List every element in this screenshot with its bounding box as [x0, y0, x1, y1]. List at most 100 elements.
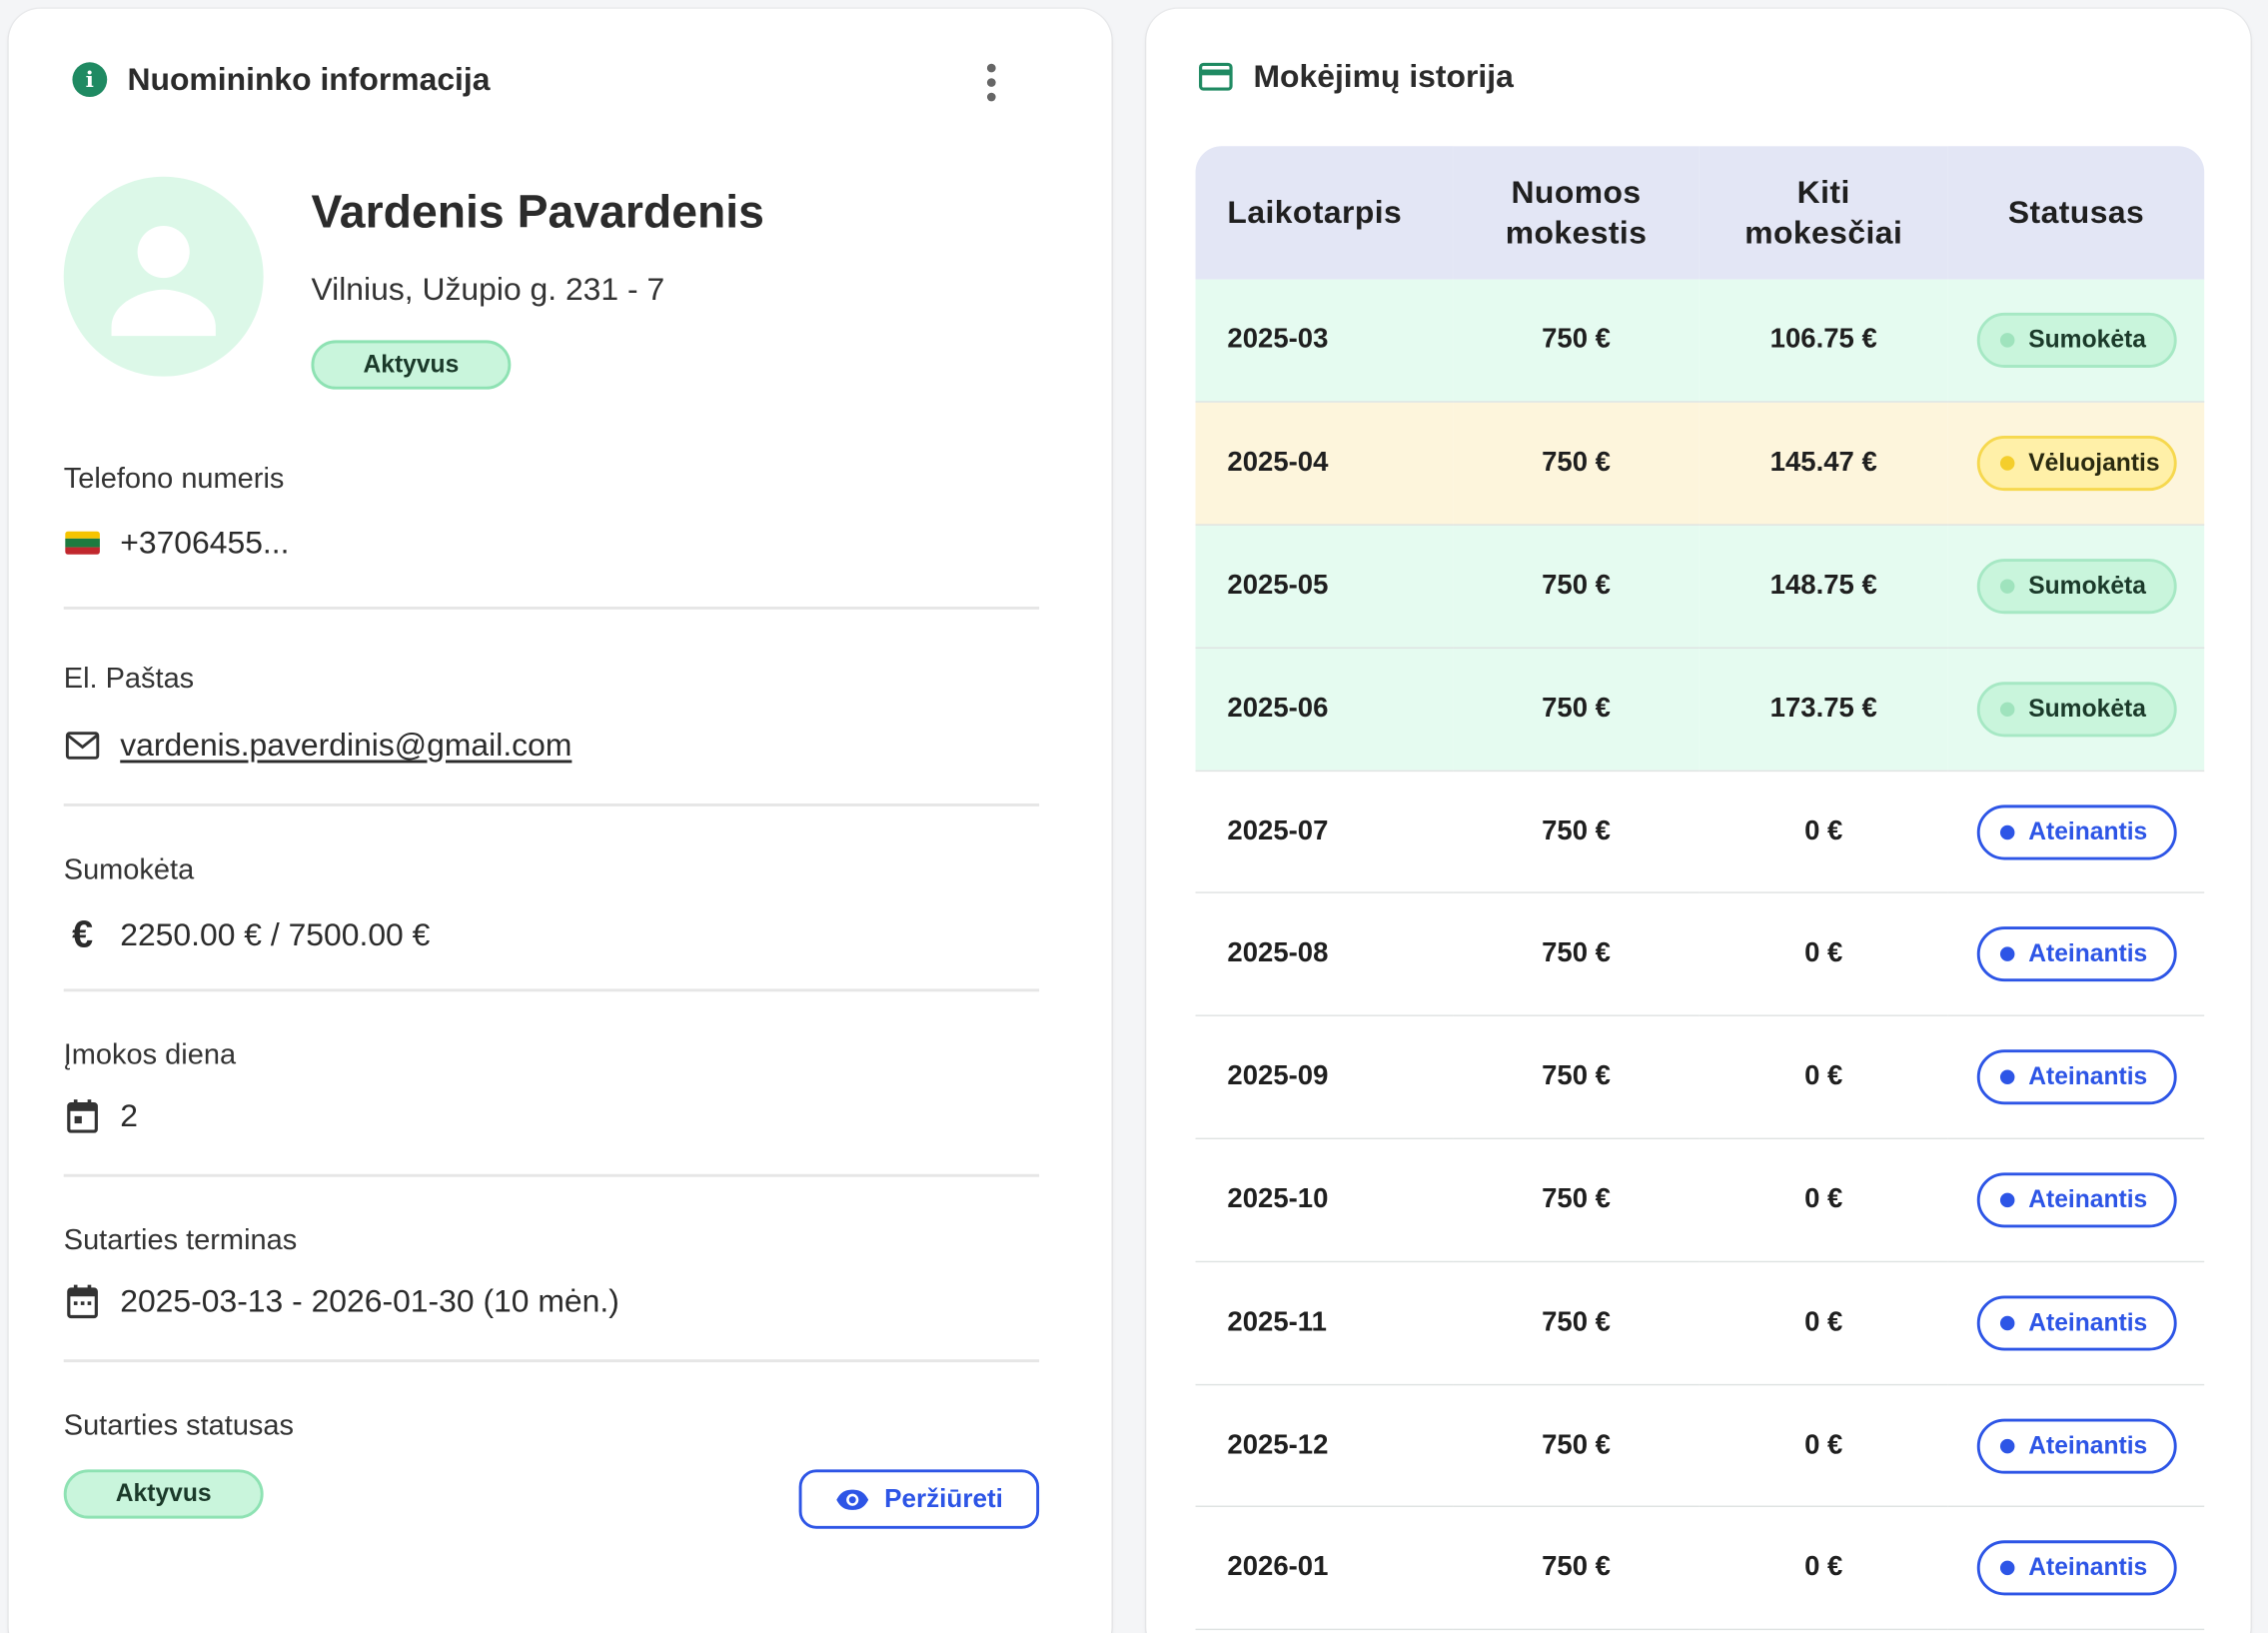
status-badge-label: Sumokėta — [2028, 695, 2146, 723]
cell-period: 2025-10 — [1195, 1138, 1454, 1262]
email-link[interactable]: vardenis.paverdinis@gmail.com — [120, 727, 571, 765]
contract-status-label: Sutarties statusas — [63, 1409, 295, 1442]
divider — [63, 1173, 1040, 1177]
cell-status: Sumokėta — [1947, 525, 2205, 649]
status-badge: Sumokėta — [1976, 313, 2176, 369]
status-dot-icon — [1999, 579, 2014, 594]
cell-rent: 750 € — [1453, 1261, 1700, 1385]
email-row: vardenis.paverdinis@gmail.com — [64, 727, 571, 765]
cell-other-fees: 0 € — [1699, 1015, 1948, 1140]
status-badge-label: Ateinantis — [2028, 816, 2148, 845]
status-dot-icon — [1999, 1192, 2014, 1208]
person-icon — [111, 225, 216, 337]
column-header-other-text: Kiti mokesčiai — [1744, 173, 1903, 251]
cell-rent: 750 € — [1453, 1506, 1700, 1631]
tenant-address: Vilnius, Užupio g. 231 - 7 — [311, 270, 665, 308]
table-row: 2025-05 750 €148.75 € Sumokėta — [1195, 525, 2205, 649]
table-header-row: Laikotarpis Nuomos mokestis Kiti mokesči… — [1195, 146, 2205, 280]
cell-rent: 750 € — [1453, 402, 1700, 526]
payments-table-body: 2025-03 750 €106.75 € Sumokėta 2025-04 750 €… — [1195, 279, 2205, 1631]
view-contract-button[interactable]: Peržiūreti — [798, 1469, 1040, 1529]
cell-other-fees: 148.75 € — [1699, 525, 1948, 649]
divider — [63, 803, 1040, 807]
status-badge-label: Ateinantis — [2028, 1185, 2148, 1213]
status-dot-icon — [1999, 824, 2014, 839]
page: i Nuomininko informacija Vardenis Pavard… — [0, 0, 2268, 1633]
cell-rent: 750 € — [1453, 525, 1700, 649]
status-badge-label: Vėluojantis — [2028, 449, 2160, 477]
status-badge-label: Sumokėta — [2028, 326, 2146, 354]
cell-status: Ateinantis — [1947, 892, 2205, 1017]
cell-other-fees: 0 € — [1699, 1384, 1948, 1508]
cell-rent: 750 € — [1453, 279, 1700, 404]
payday-row: 2 — [64, 1097, 138, 1135]
column-header-period: Laikotarpis — [1195, 146, 1454, 280]
table-row: 2025-08 750 €0 € Ateinantis — [1195, 892, 2205, 1017]
payments-table: Laikotarpis Nuomos mokestis Kiti mokesči… — [1195, 146, 2205, 1631]
table-row: 2026-01 750 €0 € Ateinantis — [1195, 1506, 2205, 1631]
status-badge: Ateinantis — [1976, 1540, 2176, 1596]
cell-period: 2025-08 — [1195, 892, 1454, 1017]
cell-period: 2025-11 — [1195, 1261, 1454, 1385]
cell-other-fees: 0 € — [1699, 1138, 1948, 1262]
tenant-name: Vardenis Pavardenis — [311, 185, 764, 238]
status-badge: Ateinantis — [1976, 1172, 2176, 1228]
cell-status: Ateinantis — [1947, 1261, 2205, 1385]
status-dot-icon — [1999, 946, 2014, 962]
flag-stripe-yellow — [65, 531, 100, 540]
lithuania-flag-icon — [64, 531, 102, 555]
status-badge: Sumokėta — [1976, 559, 2176, 615]
tenant-card-header: i Nuomininko informacija — [72, 61, 490, 99]
term-row: 2025-03-13 - 2026-01-30 (10 mėn.) — [64, 1282, 619, 1320]
divider — [63, 988, 1040, 992]
status-badge-label: Sumokėta — [2028, 572, 2146, 600]
divider — [63, 1359, 1040, 1363]
cell-other-fees: 145.47 € — [1699, 402, 1948, 526]
cell-status: Ateinantis — [1947, 1138, 2205, 1262]
status-dot-icon — [1999, 702, 2014, 717]
status-badge: Vėluojantis — [1976, 436, 2176, 492]
calendar-icon — [64, 1098, 102, 1133]
cell-period: 2025-06 — [1195, 648, 1454, 772]
status-badge: Sumokėta — [1976, 681, 2176, 738]
payments-card-header: Mokėjimų istorija — [1198, 57, 1514, 96]
cell-period: 2025-07 — [1195, 770, 1454, 894]
payday-value: 2 — [120, 1097, 138, 1134]
cell-period: 2025-03 — [1195, 279, 1454, 404]
cell-status: Sumokėta — [1947, 648, 2205, 772]
payments-table-wrap: Laikotarpis Nuomos mokestis Kiti mokesči… — [1195, 146, 2205, 1631]
column-header-rent: Nuomos mokestis — [1453, 146, 1700, 280]
cell-other-fees: 0 € — [1699, 892, 1948, 1017]
status-badge-label: Ateinantis — [2028, 939, 2148, 968]
status-badge-label: Ateinantis — [2028, 1308, 2148, 1336]
kebab-menu-icon[interactable] — [981, 61, 1001, 104]
paid-row: € 2250.00 € / 7500.00 € — [64, 912, 431, 957]
table-row: 2025-06 750 €173.75 € Sumokėta — [1195, 648, 2205, 772]
table-row: 2025-03 750 €106.75 € Sumokėta — [1195, 279, 2205, 404]
cell-other-fees: 0 € — [1699, 1506, 1948, 1631]
status-badge: Ateinantis — [1976, 1049, 2176, 1105]
eye-icon — [836, 1488, 869, 1510]
cell-period: 2025-12 — [1195, 1384, 1454, 1508]
table-row: 2025-07 750 €0 € Ateinantis — [1195, 770, 2205, 894]
cell-status: Ateinantis — [1947, 1015, 2205, 1140]
status-dot-icon — [1999, 333, 2014, 348]
phone-label: Telefono numeris — [63, 463, 285, 496]
status-badge: Ateinantis — [1976, 804, 2176, 859]
cell-status: Ateinantis — [1947, 1506, 2205, 1631]
cell-rent: 750 € — [1453, 892, 1700, 1017]
payments-card-title: Mokėjimų istorija — [1253, 57, 1514, 95]
cell-status: Ateinantis — [1947, 1384, 2205, 1508]
phone-value: +3706455... — [120, 524, 290, 561]
term-label: Sutarties terminas — [63, 1224, 298, 1257]
status-dot-icon — [1999, 1315, 2014, 1330]
status-badge: Ateinantis — [1976, 1295, 2176, 1351]
column-header-other: Kiti mokesčiai — [1699, 146, 1948, 280]
payday-label: Įmokos diena — [63, 1039, 237, 1071]
cell-status: Sumokėta — [1947, 279, 2205, 404]
cell-other-fees: 173.75 € — [1699, 648, 1948, 772]
cell-status: Ateinantis — [1947, 770, 2205, 894]
paid-value: 2250.00 € / 7500.00 € — [120, 915, 431, 952]
cell-rent: 750 € — [1453, 1015, 1700, 1140]
cell-period: 2025-05 — [1195, 525, 1454, 649]
